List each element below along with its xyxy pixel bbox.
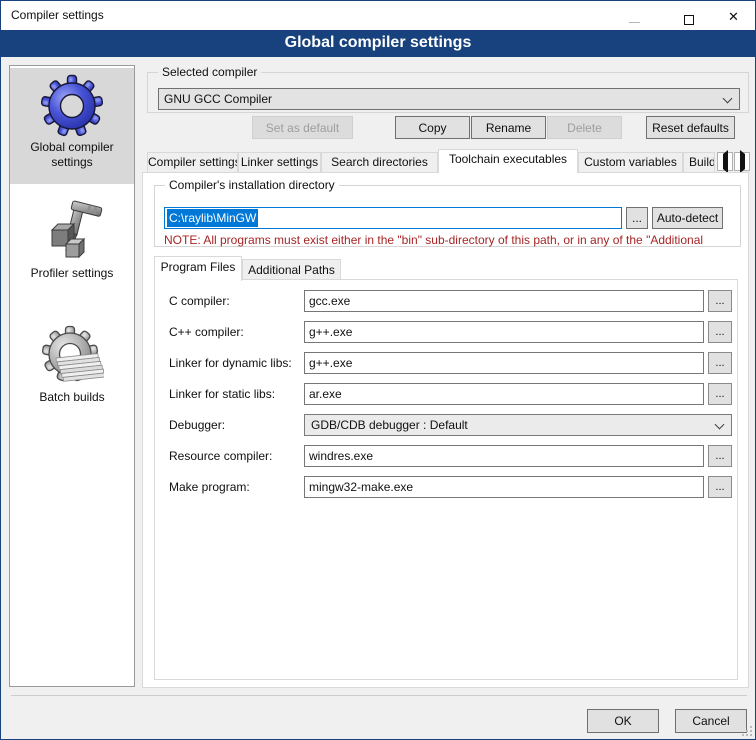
caliper-icon [40,200,104,264]
c-compiler-input[interactable] [304,290,704,312]
close-button[interactable]: ✕ [711,1,756,30]
browse-directory-button[interactable]: ... [626,207,648,229]
sidebar-item-global-compiler-settings[interactable]: Global compiler settings [10,68,134,184]
arrow-right-icon [740,150,745,173]
field-row: Linker for static libs: ... [169,383,732,405]
chevron-down-icon [715,420,725,430]
linker-static-browse-button[interactable]: ... [708,383,732,405]
settings-category-list: Global compiler settings [9,65,135,687]
page-title: Global compiler settings [1,30,755,57]
maximize-button[interactable] [666,1,711,30]
chevron-down-icon [723,94,733,104]
gear-stack-icon [40,324,104,388]
debugger-label: Debugger: [169,418,225,432]
tab-scroll-left-button[interactable] [717,152,733,171]
compiler-settings-dialog: Compiler settings ✕ Global compiler sett… [0,0,756,740]
field-row: Debugger: GDB/CDB debugger : Default [169,414,732,436]
tab-linker-settings[interactable]: Linker settings [238,152,321,173]
c-compiler-browse-button[interactable]: ... [708,290,732,312]
make-program-label: Make program: [169,480,250,494]
maximize-icon [684,15,694,25]
resource-compiler-label: Resource compiler: [169,449,272,463]
sidebar-item-batch-builds[interactable]: Batch builds [10,318,134,422]
make-program-browse-button[interactable]: ... [708,476,732,498]
sidebar-item-label: Batch builds [10,388,134,411]
minimize-button [612,1,657,30]
cpp-compiler-browse-button[interactable]: ... [708,321,732,343]
resource-compiler-input[interactable] [304,445,704,467]
installation-directory-group-label: Compiler's installation directory [165,178,339,192]
linker-static-label: Linker for static libs: [169,387,275,401]
debugger-select-value: GDB/CDB debugger : Default [311,418,468,432]
installation-directory-value: C:\raylib\MinGW [167,209,258,227]
compiler-select-value: GNU GCC Compiler [164,92,272,106]
linker-static-input[interactable] [304,383,704,405]
window-title: Compiler settings [11,8,104,22]
subtab-additional-paths[interactable]: Additional Paths [242,259,341,281]
tab-compiler-settings[interactable]: Compiler settings [147,152,238,173]
note-text: NOTE: All programs must exist either in … [164,233,738,247]
linker-dynamic-browse-button[interactable]: ... [708,352,732,374]
close-icon: ✕ [717,2,750,31]
copy-button[interactable]: Copy [395,116,470,139]
field-row: Resource compiler: ... [169,445,732,467]
ok-button[interactable]: OK [587,709,659,733]
minimize-icon [629,22,640,23]
compiler-select[interactable]: GNU GCC Compiler [158,88,740,110]
rename-button[interactable]: Rename [471,116,546,139]
sidebar-item-profiler-settings[interactable]: Profiler settings [10,194,134,298]
field-row: C compiler: ... [169,290,732,312]
set-as-default-button: Set as default [252,116,353,139]
sidebar-item-label: Profiler settings [10,264,134,287]
field-row: Linker for dynamic libs: ... [169,352,732,374]
auto-detect-button[interactable]: Auto-detect [652,207,723,229]
selected-compiler-group: Selected compiler GNU GCC Compiler [147,72,749,113]
installation-directory-input[interactable]: C:\raylib\MinGW [164,207,622,229]
footer-divider [11,695,747,696]
tab-build-options-truncated[interactable]: Build [683,152,715,173]
titlebar[interactable]: Compiler settings ✕ [1,1,755,30]
delete-button: Delete [547,116,622,139]
resize-grip[interactable] [742,726,752,736]
cpp-compiler-input[interactable] [304,321,704,343]
reset-defaults-button[interactable]: Reset defaults [646,116,735,139]
cancel-button[interactable]: Cancel [675,709,747,733]
gear-blue-icon [40,74,104,138]
linker-dynamic-label: Linker for dynamic libs: [169,356,292,370]
tab-scroll-right-button[interactable] [734,152,750,171]
tab-custom-variables[interactable]: Custom variables [578,152,683,173]
arrow-left-icon [723,150,728,173]
field-row: Make program: ... [169,476,732,498]
cpp-compiler-label: C++ compiler: [169,325,244,339]
tab-toolchain-executables[interactable]: Toolchain executables [438,149,578,173]
sidebar-item-label: Global compiler settings [10,138,134,176]
selected-compiler-group-label: Selected compiler [158,65,261,79]
field-row: C++ compiler: ... [169,321,732,343]
subtab-program-files[interactable]: Program Files [154,256,242,281]
tab-search-directories[interactable]: Search directories [321,152,438,173]
resource-compiler-browse-button[interactable]: ... [708,445,732,467]
debugger-select[interactable]: GDB/CDB debugger : Default [304,414,732,436]
make-program-input[interactable] [304,476,704,498]
c-compiler-label: C compiler: [169,294,230,308]
linker-dynamic-input[interactable] [304,352,704,374]
